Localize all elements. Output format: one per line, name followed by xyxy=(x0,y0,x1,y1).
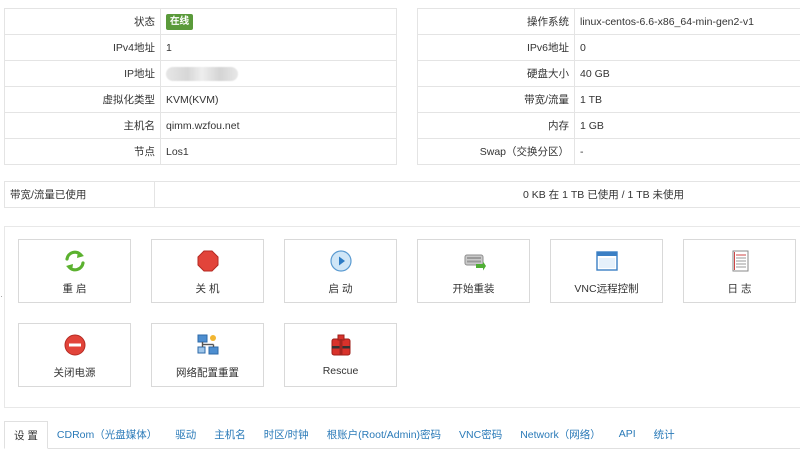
info-key: Swap（交换分区） xyxy=(417,138,575,165)
reinstall-icon xyxy=(462,249,486,273)
info-value: 0 xyxy=(574,34,800,61)
rescue-button[interactable]: Rescue xyxy=(284,323,397,387)
info-key: 带宽/流量 xyxy=(417,86,575,113)
info-key: 硬盘大小 xyxy=(417,60,575,87)
info-row-status: 状态 在线 xyxy=(4,8,397,35)
action-panel: 重 启 关 机 启 动 开始重装 VNC远程控制 日 志 关闭电源 网络配置重置… xyxy=(4,226,800,408)
info-key: 操作系统 xyxy=(417,8,575,35)
info-row-hostname: 主机名 qimm.wzfou.net xyxy=(4,112,397,139)
info-value: 40 GB xyxy=(574,60,800,87)
shutdown-button[interactable]: 关 机 xyxy=(151,239,264,303)
info-row-virt: 虚拟化类型 KVM(KVM) xyxy=(4,86,397,113)
info-value: 1 GB xyxy=(574,112,800,139)
info-row-bandwidth: 带宽/流量 1 TB xyxy=(417,86,800,113)
info-key: 主机名 xyxy=(4,112,161,139)
reboot-label: 重 启 xyxy=(62,283,87,295)
power-off-icon xyxy=(63,333,87,357)
info-row-ipv4: IPv4地址 1 xyxy=(4,34,397,61)
rescue-icon xyxy=(329,333,353,357)
info-table-left: 状态 在线 IPv4地址 1 IP地址 虚拟化类型 KVM(KVM) 主机名 q… xyxy=(4,8,397,165)
bandwidth-usage-bar xyxy=(155,182,523,207)
info-row-node: 节点 Los1 xyxy=(4,138,397,165)
info-value: 1 xyxy=(160,34,397,61)
info-value xyxy=(160,60,397,87)
tab-timezone[interactable]: 时区/时钟 xyxy=(255,420,318,448)
reboot-button[interactable]: 重 启 xyxy=(18,239,131,303)
reinstall-label: 开始重装 xyxy=(452,283,495,295)
info-value: Los1 xyxy=(160,138,397,165)
log-label: 日 志 xyxy=(727,283,752,295)
stop-icon xyxy=(196,249,220,273)
bandwidth-usage-label: 带宽/流量已使用 xyxy=(5,182,155,207)
tab-network[interactable]: Network（网络） xyxy=(511,420,610,448)
tab-hostname[interactable]: 主机名 xyxy=(205,420,255,448)
info-value: qimm.wzfou.net xyxy=(160,112,397,139)
play-icon xyxy=(329,249,353,273)
network-icon xyxy=(196,333,220,357)
refresh-icon xyxy=(63,249,87,273)
info-row-ipv6: IPv6地址 0 xyxy=(417,34,800,61)
window-icon xyxy=(595,249,619,273)
info-key: IP地址 xyxy=(4,60,161,87)
tab-settings[interactable]: 设 置 xyxy=(4,421,48,449)
edge-mark: · xyxy=(0,291,3,301)
tab-cdrom[interactable]: CDRom（光盘媒体） xyxy=(48,420,166,448)
start-label: 启 动 xyxy=(328,283,353,295)
ip-address-redacted xyxy=(166,66,238,81)
info-value: linux-centos-6.6-x86_64-min-gen2-v1 xyxy=(574,8,800,35)
tab-statistics[interactable]: 统计 xyxy=(645,420,684,448)
info-table-right: 操作系统 linux-centos-6.6-x86_64-min-gen2-v1… xyxy=(417,8,800,165)
tab-vnc-password[interactable]: VNC密码 xyxy=(450,420,511,448)
info-row-os: 操作系统 linux-centos-6.6-x86_64-min-gen2-v1 xyxy=(417,8,800,35)
info-value: 1 TB xyxy=(574,86,800,113)
tab-root-password[interactable]: 根账户(Root/Admin)密码 xyxy=(318,420,450,448)
power-off-button[interactable]: 关闭电源 xyxy=(18,323,131,387)
info-value: KVM(KVM) xyxy=(160,86,397,113)
tab-drivers[interactable]: 驱动 xyxy=(166,420,205,448)
network-reset-button[interactable]: 网络配置重置 xyxy=(151,323,264,387)
tab-api[interactable]: API xyxy=(610,420,645,448)
vnc-console-button[interactable]: VNC远程控制 xyxy=(550,239,663,303)
info-row-swap: Swap（交换分区） - xyxy=(417,138,800,165)
power-off-label: 关闭电源 xyxy=(53,367,96,379)
bandwidth-usage-value: 0 KB 在 1 TB 已使用 / 1 TB 未使用 xyxy=(523,189,685,201)
bandwidth-usage-row: 带宽/流量已使用 0 KB 在 1 TB 已使用 / 1 TB 未使用 xyxy=(4,181,800,208)
info-key: IPv6地址 xyxy=(417,34,575,61)
vnc-console-label: VNC远程控制 xyxy=(574,283,639,295)
log-button[interactable]: 日 志 xyxy=(683,239,796,303)
reinstall-button[interactable]: 开始重装 xyxy=(417,239,530,303)
info-row-disk: 硬盘大小 40 GB xyxy=(417,60,800,87)
log-icon xyxy=(728,249,752,273)
status-badge: 在线 xyxy=(166,13,194,30)
rescue-label: Rescue xyxy=(322,365,359,377)
start-button[interactable]: 启 动 xyxy=(284,239,397,303)
info-key: 虚拟化类型 xyxy=(4,86,161,113)
info-row-ip: IP地址 xyxy=(4,60,397,87)
shutdown-label: 关 机 xyxy=(195,283,220,295)
settings-tabs: 设 置 CDRom（光盘媒体） 驱动 主机名 时区/时钟 根账户(Root/Ad… xyxy=(4,421,800,449)
info-value: 在线 xyxy=(160,8,397,35)
info-key: IPv4地址 xyxy=(4,34,161,61)
info-key: 状态 xyxy=(4,8,161,35)
info-row-memory: 内存 1 GB xyxy=(417,112,800,139)
info-key: 内存 xyxy=(417,112,575,139)
info-key: 节点 xyxy=(4,138,161,165)
info-value: - xyxy=(574,138,800,165)
network-reset-label: 网络配置重置 xyxy=(176,367,239,379)
